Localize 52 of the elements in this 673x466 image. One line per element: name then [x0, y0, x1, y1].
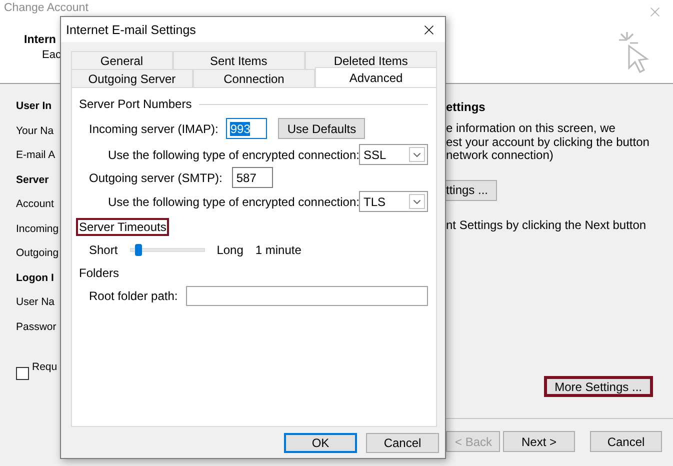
field-label: Account: [16, 198, 54, 211]
field-label: Outgoing server (SMTP):: [89, 170, 222, 184]
header-subtitle: Eac: [42, 49, 61, 61]
slider-reading: 1 minute: [255, 242, 302, 256]
checkbox-label: Requ: [32, 361, 58, 374]
field-label: Incoming: [16, 222, 59, 236]
header-title: Intern: [24, 34, 56, 46]
port-field[interactable]: 993: [226, 118, 268, 139]
wizard-button[interactable]: Cancel: [590, 431, 662, 452]
tab[interactable]: Outgoing Server: [71, 69, 193, 87]
chevron-down-icon: [409, 194, 425, 209]
group-title: Server Timeouts: [76, 218, 170, 236]
slider-label: Long: [216, 242, 244, 256]
slider-thumb[interactable]: [134, 244, 142, 256]
section-heading: Logon I: [16, 272, 54, 284]
group-title: Server Port Numbers: [78, 96, 193, 113]
wizard-button[interactable]: Next >: [503, 431, 575, 452]
window-title: Change Account: [4, 2, 88, 14]
dialog-button[interactable]: OK: [284, 432, 357, 452]
description-line: est your account by clicking the button: [446, 136, 650, 149]
section-heading: ettings: [446, 100, 486, 114]
hint-text: nt Settings by clicking the Next button: [446, 218, 648, 232]
field-label: Root folder path:: [89, 288, 178, 302]
description-line: network connection): [446, 149, 554, 162]
section-heading: Server: [16, 174, 49, 186]
tab[interactable]: General: [71, 51, 172, 69]
tab[interactable]: Connection: [193, 69, 315, 87]
field-label: Use the following type of encrypted connection:: [108, 148, 360, 162]
field-label: Outgoing: [16, 247, 59, 260]
test-settings-button[interactable]: ttings ...: [446, 180, 498, 200]
section-heading: User In: [16, 100, 52, 113]
slider-label: Short: [89, 242, 118, 256]
tab[interactable]: Advanced: [315, 67, 437, 87]
field-label: Your Na: [16, 124, 54, 138]
description-line: e information on this screen, we: [446, 122, 616, 136]
field-label: E-mail A: [16, 149, 56, 162]
field-label: Use the following type of encrypted connection:: [108, 194, 360, 208]
encryption-dropdown[interactable]: TLS: [359, 191, 428, 212]
group-title: Folders: [78, 264, 120, 282]
dialog-title: Internet E-mail Settings: [66, 22, 196, 36]
field-label: Passwor: [16, 320, 56, 334]
field-label: Incoming server (IMAP):: [89, 122, 218, 136]
checkbox[interactable]: [16, 366, 29, 380]
tab[interactable]: Sent Items: [172, 51, 305, 69]
dialog-button[interactable]: Cancel: [366, 432, 439, 452]
port-field[interactable]: 587: [232, 167, 274, 188]
chevron-down-icon: [409, 147, 425, 162]
encryption-dropdown[interactable]: SSL: [359, 144, 428, 165]
more-settings-button[interactable]: More Settings ...: [544, 376, 653, 397]
root-folder-field[interactable]: [186, 286, 428, 306]
use-defaults-button[interactable]: Use Defaults: [278, 118, 366, 139]
field-label: User Na: [16, 296, 55, 309]
